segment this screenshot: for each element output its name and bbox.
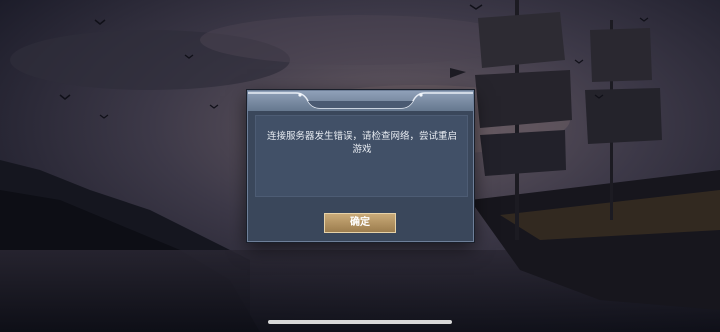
error-dialog: 连接服务器发生错误，请检查网络，尝试重启游戏 确定 [247, 90, 474, 242]
header-ornament [248, 92, 473, 109]
dialog-body: 连接服务器发生错误，请检查网络，尝试重启游戏 [255, 115, 468, 197]
home-indicator[interactable] [268, 320, 452, 324]
error-message: 连接服务器发生错误，请检查网络，尝试重启游戏 [266, 131, 457, 155]
confirm-button[interactable]: 确定 [324, 213, 396, 233]
dialog-header [248, 91, 473, 111]
